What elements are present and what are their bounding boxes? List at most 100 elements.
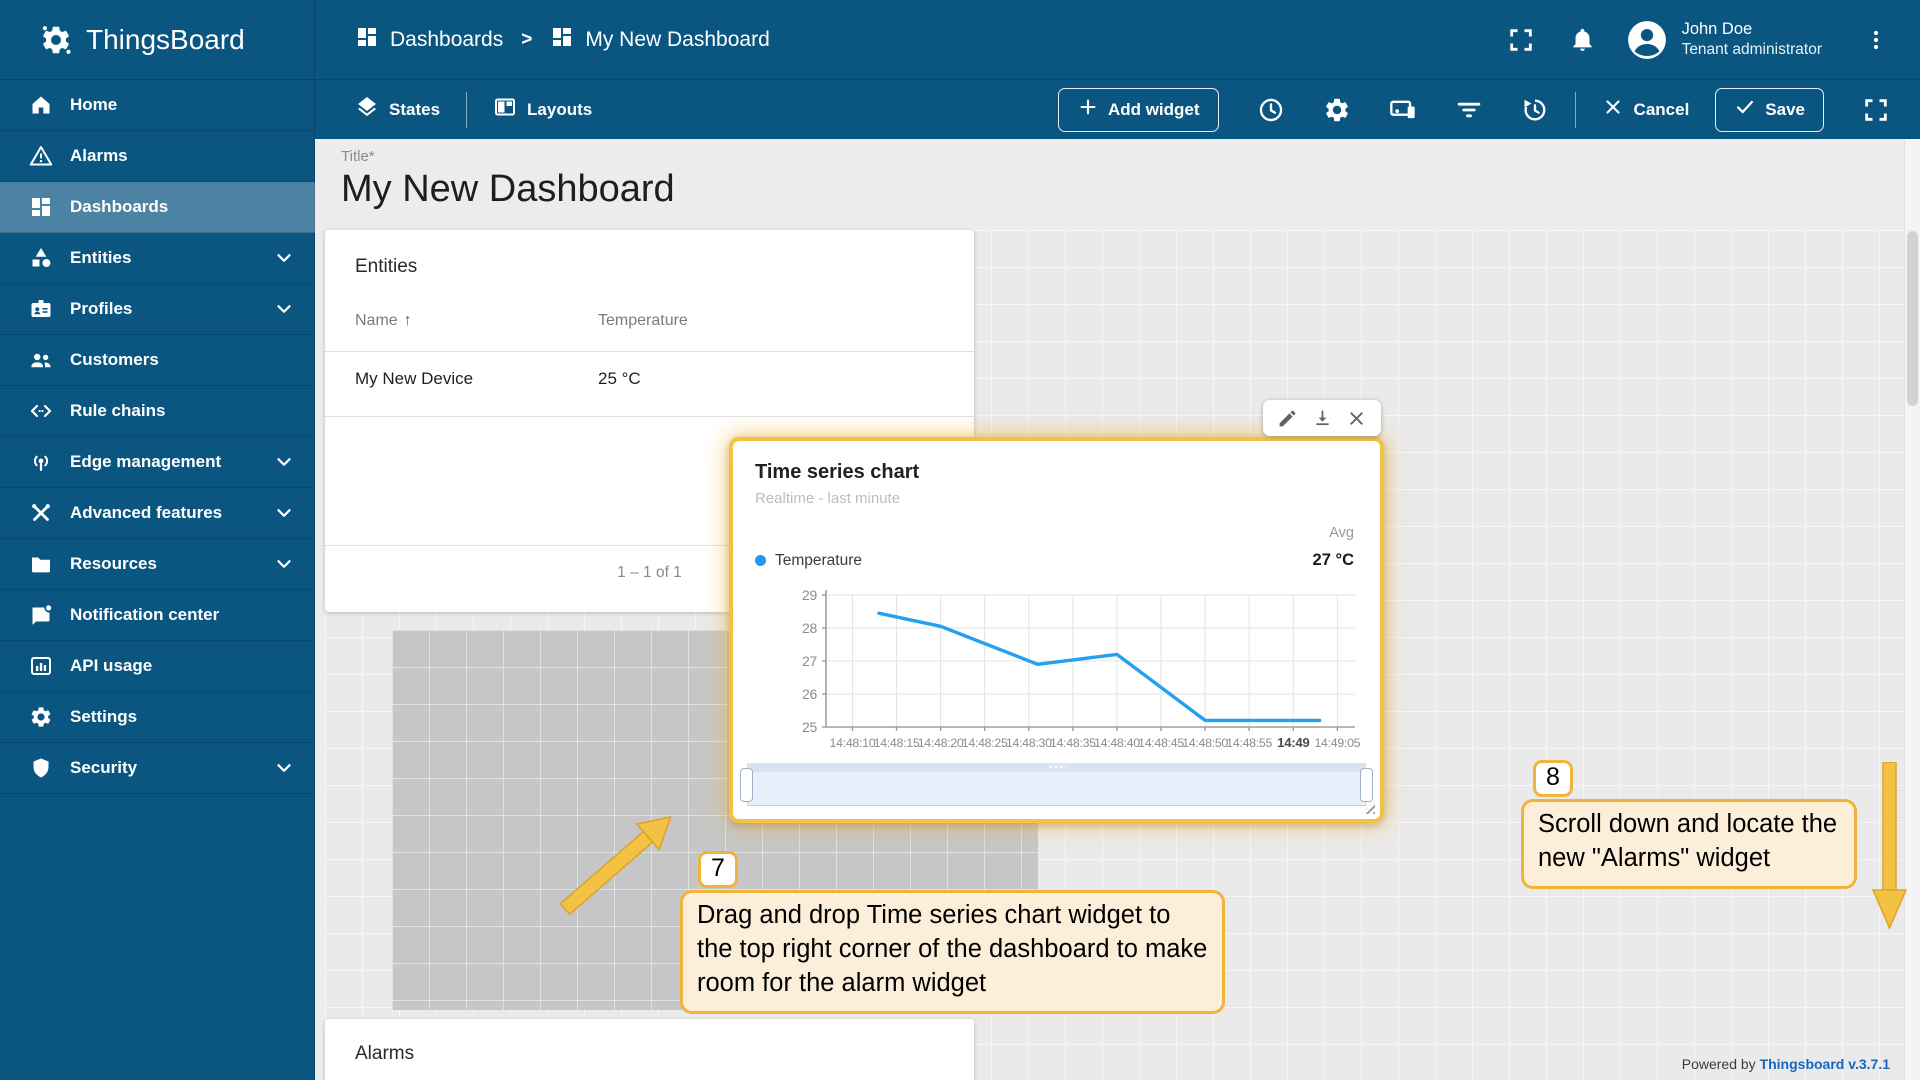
sidebar-item-customers[interactable]: Customers	[0, 335, 315, 386]
page-head: Title* My New Dashboard	[341, 148, 675, 211]
user-block[interactable]: John Doe Tenant administrator	[1682, 19, 1822, 61]
sidebar-item-notification-center[interactable]: Notification center	[0, 590, 315, 641]
chevron-down-icon	[273, 553, 295, 575]
sidebar-item-settings[interactable]: Settings	[0, 692, 315, 743]
sidebar-nav: Home AlarmsDashboards Entities Profiles Cust…	[0, 80, 315, 794]
chevron-down-icon	[273, 502, 295, 524]
step-number-badge: 8	[1533, 760, 1573, 797]
legend-avg-value: 27 °C	[1313, 551, 1354, 570]
title-field-label: Title*	[341, 148, 675, 165]
scrollbar-grip-icon	[1048, 765, 1065, 769]
edit-widget-pencil-icon[interactable]	[1277, 408, 1298, 429]
scrollbar-track[interactable]	[747, 763, 1366, 772]
advanced-features-icon	[29, 501, 53, 525]
svg-text:14:48:30: 14:48:30	[1006, 736, 1052, 750]
svg-text:14:49: 14:49	[1277, 735, 1309, 750]
chevron-down-icon	[273, 451, 295, 473]
sidebar-item-label: Resources	[70, 554, 256, 574]
svg-text:26: 26	[802, 686, 817, 702]
sidebar-item-label: API usage	[70, 656, 295, 676]
thingsboard-logo-icon	[38, 22, 74, 58]
dashboard-settings-gear-icon[interactable]	[1323, 96, 1351, 124]
sidebar-item-entities[interactable]: Entities	[0, 233, 315, 284]
sidebar-item-label: Settings	[70, 707, 295, 727]
vertical-scrollbar[interactable]	[1904, 139, 1920, 1080]
plus-icon	[1077, 96, 1099, 123]
svg-text:14:48:20: 14:48:20	[918, 736, 964, 750]
chart-time-scrollbar[interactable]	[747, 763, 1366, 806]
column-header-name[interactable]: Name ↑	[355, 312, 598, 330]
sidebar-item-label: Security	[70, 758, 256, 778]
svg-text:28: 28	[802, 620, 817, 636]
add-widget-button[interactable]: Add widget	[1058, 88, 1219, 132]
scrollbar-thumb[interactable]	[1907, 231, 1918, 406]
entities-icon	[29, 246, 53, 270]
toolbar-divider	[1575, 92, 1576, 128]
breadcrumb-current-dashboard[interactable]: My New Dashboard	[550, 25, 769, 55]
sidebar-item-label: Home	[70, 95, 295, 115]
customers-icon	[29, 348, 53, 372]
download-widget-icon[interactable]	[1312, 408, 1333, 429]
column-header-temperature[interactable]: Temperature	[598, 312, 688, 330]
sidebar-item-profiles[interactable]: Profiles	[0, 284, 315, 335]
sidebar-item-security[interactable]: Security	[0, 743, 315, 794]
dashboard-title-input[interactable]: My New Dashboard	[341, 168, 675, 211]
entity-aliases-devices-icon[interactable]	[1389, 96, 1417, 124]
layouts-button[interactable]: Layouts	[493, 95, 592, 124]
main-area: Dashboards > My New Dashboard John Doe T…	[315, 0, 1920, 1080]
legend-row[interactable]: Temperature 27 °C	[755, 551, 1354, 570]
check-icon	[1734, 96, 1756, 123]
thingsboard-version-link[interactable]: Thingsboard v.3.7.1	[1760, 1056, 1890, 1072]
edge-management-icon	[29, 450, 53, 474]
filters-icon[interactable]	[1455, 96, 1483, 124]
yellow-arrow-down	[1867, 762, 1913, 935]
app-logo[interactable]: ThingsBoard	[0, 0, 315, 80]
timewindow-clock-icon[interactable]	[1257, 96, 1285, 124]
alarms-icon	[29, 144, 53, 168]
sidebar-item-api-usage[interactable]: API usage	[0, 641, 315, 692]
sidebar-item-label: Entities	[70, 248, 256, 268]
cancel-button[interactable]: Cancel	[1602, 96, 1690, 123]
sidebar-item-advanced-features[interactable]: Advanced features	[0, 488, 315, 539]
kebab-menu-icon[interactable]	[1864, 28, 1888, 52]
sidebar-item-rule-chains[interactable]: Rule chains	[0, 386, 315, 437]
notification-center-icon	[29, 603, 53, 627]
svg-text:14:48:45: 14:48:45	[1138, 736, 1184, 750]
fullscreen-icon[interactable]	[1507, 26, 1535, 54]
close-widget-icon[interactable]	[1346, 408, 1367, 429]
widget-title: Time series chart	[755, 461, 919, 484]
security-icon	[29, 756, 53, 780]
widget-title: Alarms	[355, 1043, 414, 1065]
scrollbar-window[interactable]	[747, 772, 1366, 806]
cell-device-name: My New Device	[355, 369, 598, 389]
states-button[interactable]: States	[355, 95, 440, 124]
settings-icon	[29, 705, 53, 729]
scrollbar-handle-right[interactable]	[1360, 768, 1373, 802]
scrollbar-handle-left[interactable]	[740, 768, 753, 802]
sidebar-item-alarms[interactable]: Alarms	[0, 131, 315, 182]
step-text: Scroll down and locate the new "Alarms" …	[1521, 799, 1857, 889]
dashboard-content: Title* My New Dashboard Entities Name ↑ …	[315, 139, 1920, 1080]
breadcrumb-dashboards[interactable]: Dashboards	[355, 25, 503, 55]
sidebar-item-label: Customers	[70, 350, 295, 370]
topbar-right: John Doe Tenant administrator	[1507, 19, 1888, 61]
user-avatar[interactable]	[1626, 19, 1668, 61]
sidebar-item-resources[interactable]: Resources	[0, 539, 315, 590]
time-series-chart-widget[interactable]: Time series chart Realtime - last minute…	[729, 437, 1384, 823]
breadcrumb-separator: >	[521, 29, 532, 51]
sidebar-item-dashboards[interactable]: Dashboards	[0, 182, 315, 233]
alarms-widget: Alarms	[325, 1019, 974, 1080]
user-name: John Doe	[1682, 19, 1822, 40]
svg-text:14:48:25: 14:48:25	[962, 736, 1008, 750]
sidebar-item-home[interactable]: Home	[0, 80, 315, 131]
expand-fullscreen-icon[interactable]	[1862, 96, 1890, 124]
svg-text:14:48:10: 14:48:10	[830, 736, 876, 750]
annotation-step-8: 8 Scroll down and locate the new "Alarms…	[1521, 760, 1857, 889]
version-history-icon[interactable]	[1521, 96, 1549, 124]
svg-text:14:49:05: 14:49:05	[1314, 736, 1360, 750]
notifications-bell-icon[interactable]	[1569, 26, 1596, 53]
divider	[325, 416, 974, 417]
table-row[interactable]: My New Device 25 °C	[355, 369, 964, 389]
save-button[interactable]: Save	[1715, 88, 1824, 132]
sidebar-item-edge-management[interactable]: Edge management	[0, 437, 315, 488]
